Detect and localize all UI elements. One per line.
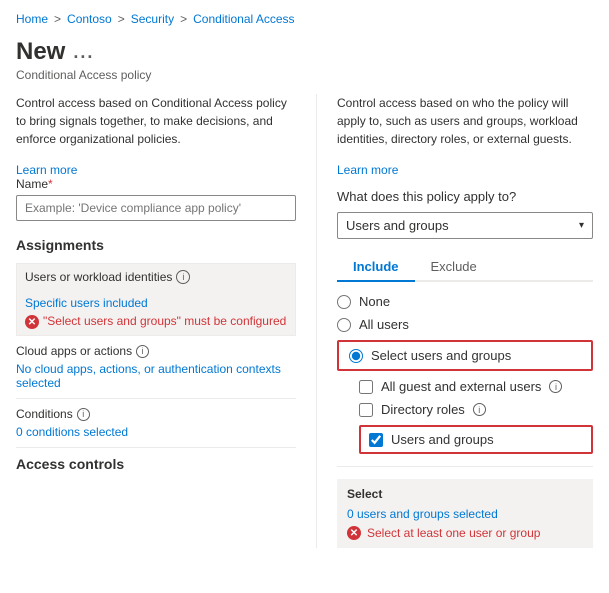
users-info-icon[interactable]: i xyxy=(176,270,190,284)
right-learn-more[interactable]: Learn more xyxy=(337,163,398,177)
left-panel: Control access based on Conditional Acce… xyxy=(16,94,296,548)
conditions-body: 0 conditions selected xyxy=(16,425,296,439)
cloud-assignment-item[interactable]: Cloud apps or actions i No cloud apps, a… xyxy=(16,344,296,399)
right-panel: Control access based on who the policy w… xyxy=(316,94,593,548)
tab-include[interactable]: Include xyxy=(337,253,415,282)
name-label: Name* xyxy=(16,177,296,191)
guest-users-info-icon[interactable]: i xyxy=(549,380,562,393)
users-sub-label: Specific users included xyxy=(25,296,287,310)
radio-all-users[interactable]: All users xyxy=(337,317,593,332)
checkbox-guest-users-input[interactable] xyxy=(359,380,373,394)
select-label: Select xyxy=(347,487,583,501)
checkbox-directory-roles-input[interactable] xyxy=(359,403,373,417)
cloud-assignment-header: Cloud apps or actions i xyxy=(16,344,296,358)
checkbox-directory-roles-label: Directory roles xyxy=(381,402,465,417)
page-title-ellipsis[interactable]: ... xyxy=(73,42,94,63)
main-content: Control access based on Conditional Acce… xyxy=(0,94,609,548)
users-assignment-header: Users or workload identities i xyxy=(17,264,295,290)
conditions-info-icon[interactable]: i xyxy=(77,408,90,421)
checkbox-users-groups-input[interactable] xyxy=(369,433,383,447)
select-error: ✕ Select at least one user or group xyxy=(347,525,583,540)
radio-none[interactable]: None xyxy=(337,294,593,309)
cloud-assignment-body: No cloud apps, actions, or authenticatio… xyxy=(16,362,296,390)
checkbox-users-groups-box[interactable]: Users and groups xyxy=(359,425,593,454)
page-header: New ... Conditional Access policy xyxy=(0,34,609,94)
page-subtitle: Conditional Access policy xyxy=(16,68,593,82)
users-error: ✕ "Select users and groups" must be conf… xyxy=(25,314,287,329)
include-exclude-tabs: Include Exclude xyxy=(337,253,593,282)
breadcrumb-security[interactable]: Security xyxy=(131,12,174,26)
radio-group: None All users xyxy=(337,294,593,332)
breadcrumb-contoso[interactable]: Contoso xyxy=(67,12,112,26)
conditions-label: Conditions xyxy=(16,407,73,421)
name-input[interactable] xyxy=(16,195,296,221)
tab-exclude[interactable]: Exclude xyxy=(415,253,493,282)
dropdown-arrow-icon: ▾ xyxy=(579,220,584,231)
breadcrumb-sep2: > xyxy=(118,12,125,26)
right-description: Control access based on who the policy w… xyxy=(337,94,593,148)
policy-dropdown-value: Users and groups xyxy=(346,218,449,233)
breadcrumb-sep3: > xyxy=(180,12,187,26)
radio-none-label: None xyxy=(359,294,390,309)
users-error-text: "Select users and groups" must be config… xyxy=(43,314,286,328)
cloud-info-icon[interactable]: i xyxy=(136,345,149,358)
checkbox-directory-roles[interactable]: Directory roles i xyxy=(359,402,593,417)
radio-select-users-input[interactable] xyxy=(349,349,363,363)
checkbox-guest-users-label: All guest and external users xyxy=(381,379,541,394)
assignments-title: Assignments xyxy=(16,237,296,253)
left-description: Control access based on Conditional Acce… xyxy=(16,94,296,148)
users-assignment-label: Users or workload identities xyxy=(25,270,172,284)
conditions-header: Conditions i xyxy=(16,407,296,421)
users-error-icon: ✕ xyxy=(25,315,39,329)
select-error-icon: ✕ xyxy=(347,526,361,540)
breadcrumb-home[interactable]: Home xyxy=(16,12,48,26)
page-title-row: New ... xyxy=(16,38,593,66)
cloud-assignment-label: Cloud apps or actions xyxy=(16,344,132,358)
name-field: Name* xyxy=(16,177,296,221)
directory-roles-info-icon[interactable]: i xyxy=(473,403,486,416)
radio-select-users-label: Select users and groups xyxy=(371,348,511,363)
conditions-item[interactable]: Conditions i 0 conditions selected xyxy=(16,407,296,448)
radio-all-users-label: All users xyxy=(359,317,409,332)
radio-all-users-input[interactable] xyxy=(337,318,351,332)
left-learn-more[interactable]: Learn more xyxy=(16,163,77,177)
checkbox-group: All guest and external users i Directory… xyxy=(359,379,593,454)
checkbox-users-groups-label: Users and groups xyxy=(391,432,494,447)
divider xyxy=(337,466,593,467)
policy-dropdown[interactable]: Users and groups ▾ xyxy=(337,212,593,239)
users-assignment-body: Specific users included ✕ "Select users … xyxy=(17,290,295,335)
breadcrumb-sep1: > xyxy=(54,12,61,26)
breadcrumb: Home > Contoso > Security > Conditional … xyxy=(0,0,609,34)
access-controls-title: Access controls xyxy=(16,456,296,472)
policy-question: What does this policy apply to? xyxy=(337,189,593,204)
checkbox-guest-users[interactable]: All guest and external users i xyxy=(359,379,593,394)
page-title: New xyxy=(16,38,65,66)
users-assignment-item[interactable]: Users or workload identities i Specific … xyxy=(16,263,296,336)
radio-select-users-box[interactable]: Select users and groups xyxy=(337,340,593,371)
breadcrumb-conditional-access[interactable]: Conditional Access xyxy=(193,12,294,26)
name-required: * xyxy=(48,177,53,191)
select-error-text: Select at least one user or group xyxy=(367,526,540,540)
radio-none-input[interactable] xyxy=(337,295,351,309)
select-count[interactable]: 0 users and groups selected xyxy=(347,507,583,521)
select-section: Select 0 users and groups selected ✕ Sel… xyxy=(337,479,593,548)
